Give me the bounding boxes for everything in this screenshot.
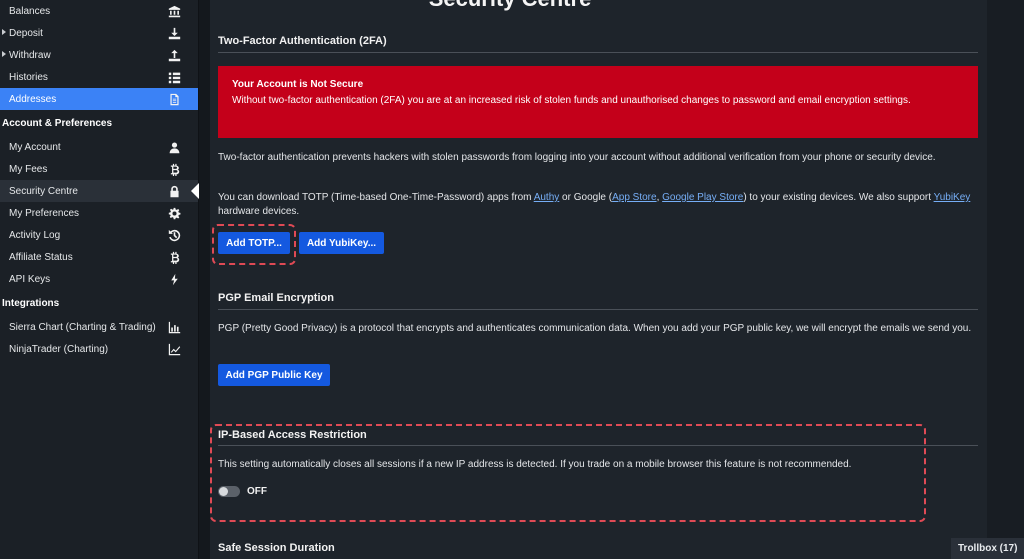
sidebar-item-label: My Fees [9, 163, 48, 175]
bank-icon [167, 4, 181, 18]
section-heading-account: Account & Preferences [2, 117, 113, 129]
download-icon [167, 26, 181, 40]
history-icon [167, 228, 181, 242]
sidebar-item-ninjatrader[interactable]: NinjaTrader (Charting) [0, 338, 198, 360]
list-icon [167, 70, 181, 84]
sidebar-item-label: Withdraw [9, 49, 51, 61]
lock-icon [167, 184, 181, 198]
caret-right-icon [2, 51, 6, 57]
sidebar-account-group: My Account My Fees Security Centre My Pr… [0, 136, 199, 290]
toggle-knob [219, 487, 228, 496]
sidebar-item-label: My Preferences [9, 207, 80, 219]
sidebar-item-sierra-chart[interactable]: Sierra Chart (Charting & Trading) [0, 316, 198, 338]
sidebar-item-api-keys[interactable]: API Keys [0, 268, 198, 290]
ip-restriction-toggle[interactable] [218, 486, 240, 497]
add-totp-button[interactable]: Add TOTP... [218, 232, 290, 254]
section-title-pgp: PGP Email Encryption [218, 292, 334, 304]
section-title-session: Safe Session Duration [218, 542, 335, 554]
sidebar-item-my-account[interactable]: My Account [0, 136, 198, 158]
sidebar: Balances Deposit Withdraw Histories Addr… [0, 0, 199, 559]
add-pgp-key-button[interactable]: Add PGP Public Key [218, 364, 330, 386]
alert-body: Without two-factor authentication (2FA) … [232, 95, 911, 106]
toggle-state-label: OFF [247, 486, 267, 497]
google-play-link[interactable]: Google Play Store [662, 192, 743, 203]
upload-icon [167, 48, 181, 62]
sidebar-item-label: NinjaTrader (Charting) [9, 343, 109, 355]
sidebar-item-affiliate-status[interactable]: Affiliate Status [0, 246, 198, 268]
user-icon [167, 140, 181, 154]
sidebar-item-label: Addresses [9, 93, 57, 105]
text: You can download TOTP (Time-based One-Ti… [218, 192, 534, 203]
sidebar-item-addresses[interactable]: Addresses [0, 88, 198, 110]
sidebar-item-balances[interactable]: Balances [0, 0, 198, 22]
sidebar-gutter [199, 0, 210, 559]
divider [218, 309, 978, 310]
divider [218, 52, 978, 53]
line-chart-icon [167, 342, 181, 356]
alert-title: Your Account is Not Secure [232, 79, 364, 90]
document-icon [167, 92, 181, 106]
app-store-link[interactable]: App Store [612, 192, 656, 203]
sidebar-item-label: Deposit [9, 27, 43, 39]
sidebar-item-label: API Keys [9, 273, 51, 285]
sidebar-integrations-group: Sierra Chart (Charting & Trading) NinjaT… [0, 316, 198, 360]
pgp-description: PGP (Pretty Good Privacy) is a protocol … [218, 323, 972, 334]
caret-right-icon [2, 29, 6, 35]
sidebar-item-my-fees[interactable]: My Fees [0, 158, 198, 180]
section-title-ip: IP-Based Access Restriction [218, 429, 367, 441]
bitcoin-icon [167, 250, 181, 264]
sidebar-wallet-group: Balances Deposit Withdraw Histories Addr… [0, 0, 198, 110]
gear-icon [167, 206, 181, 220]
authy-link[interactable]: Authy [534, 192, 560, 203]
text: hardware devices. [218, 206, 300, 217]
bolt-icon [167, 272, 181, 286]
right-gutter [987, 0, 1024, 559]
sidebar-item-label: Affiliate Status [9, 251, 73, 263]
bar-chart-icon [167, 320, 181, 334]
sidebar-item-label: Sierra Chart (Charting & Trading) [9, 321, 156, 333]
sidebar-item-deposit[interactable]: Deposit [0, 22, 198, 44]
section-heading-integrations: Integrations [2, 297, 60, 309]
security-alert: Your Account is Not Secure Without two-f… [218, 66, 978, 138]
sidebar-item-security-centre[interactable]: Security Centre [0, 180, 199, 202]
twofa-description: Two-factor authentication prevents hacke… [218, 152, 936, 163]
yubikey-link[interactable]: YubiKey [934, 192, 971, 203]
ip-description: This setting automatically closes all se… [218, 459, 852, 470]
section-title-2fa: Two-Factor Authentication (2FA) [218, 35, 387, 47]
text: ) to your existing devices. We also supp… [743, 192, 934, 203]
sidebar-item-label: Histories [9, 71, 48, 83]
sidebar-item-label: My Account [9, 141, 61, 153]
page-title: Security Centre [300, 0, 720, 12]
sidebar-item-label: Balances [9, 5, 51, 17]
sidebar-item-withdraw[interactable]: Withdraw [0, 44, 198, 66]
sidebar-item-activity-log[interactable]: Activity Log [0, 224, 198, 246]
sidebar-item-histories[interactable]: Histories [0, 66, 198, 88]
sidebar-item-label: Security Centre [9, 185, 78, 197]
text: or Google ( [559, 192, 613, 203]
add-yubikey-button[interactable]: Add YubiKey... [299, 232, 384, 254]
trollbox-button[interactable]: Trollbox (17) [951, 538, 1024, 559]
bitcoin-icon [167, 162, 181, 176]
sidebar-item-my-preferences[interactable]: My Preferences [0, 202, 198, 224]
sidebar-item-label: Activity Log [9, 229, 61, 241]
twofa-download-info: You can download TOTP (Time-based One-Ti… [218, 191, 980, 219]
divider [218, 445, 978, 446]
